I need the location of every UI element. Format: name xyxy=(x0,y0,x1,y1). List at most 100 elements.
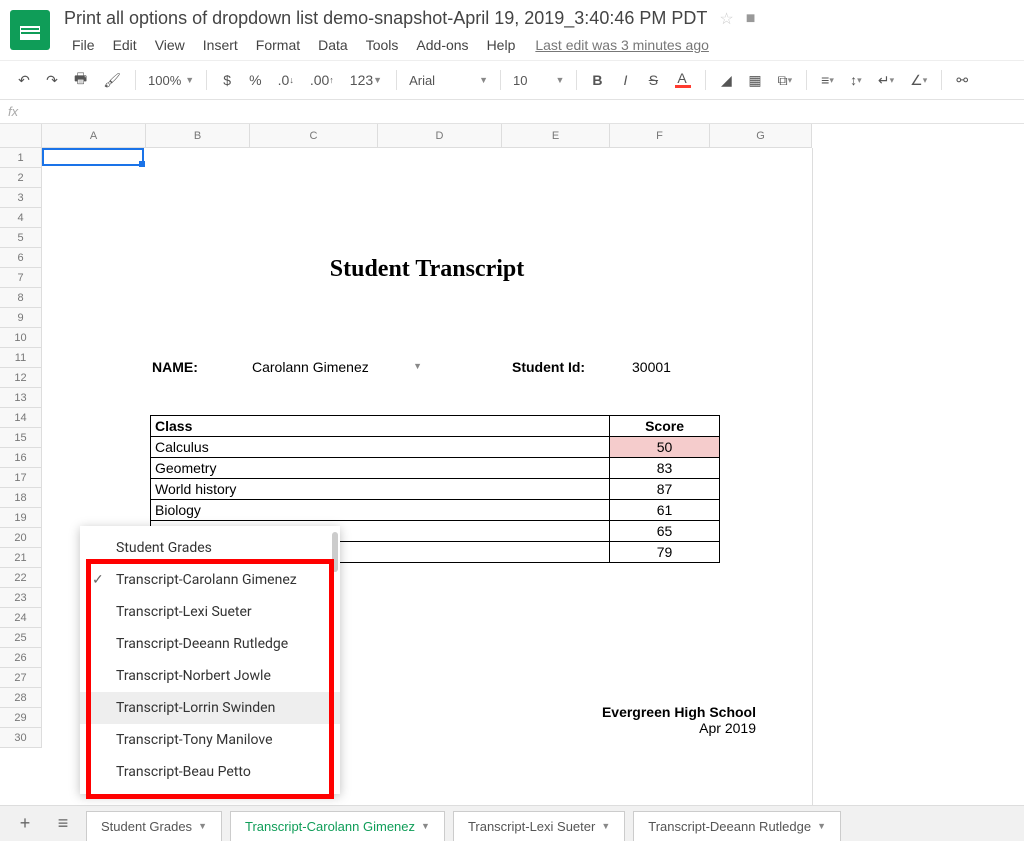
row-header-10[interactable]: 10 xyxy=(0,328,42,348)
score-cell[interactable]: 65 xyxy=(610,521,720,542)
menu-view[interactable]: View xyxy=(147,33,193,57)
row-header-6[interactable]: 6 xyxy=(0,248,42,268)
row-header-14[interactable]: 14 xyxy=(0,408,42,428)
row-header-2[interactable]: 2 xyxy=(0,168,42,188)
strikethrough-button[interactable]: S xyxy=(641,68,665,92)
score-cell[interactable]: 79 xyxy=(610,542,720,563)
add-sheet-button[interactable]: + xyxy=(10,813,40,834)
zoom-select[interactable]: 100%▼ xyxy=(144,73,198,88)
borders-button[interactable]: ▦ xyxy=(742,68,767,93)
sheet-list-item[interactable]: Transcript-Lorrin Swinden xyxy=(80,692,340,724)
row-header-17[interactable]: 17 xyxy=(0,468,42,488)
more-formats-button[interactable]: 123▼ xyxy=(344,68,388,92)
score-cell[interactable]: 50 xyxy=(610,437,720,458)
class-cell[interactable]: Geometry xyxy=(151,458,610,479)
percent-button[interactable]: % xyxy=(243,68,267,92)
menu-addons[interactable]: Add-ons xyxy=(408,33,476,57)
row-header-3[interactable]: 3 xyxy=(0,188,42,208)
col-header-B[interactable]: B xyxy=(146,124,250,148)
row-header-25[interactable]: 25 xyxy=(0,628,42,648)
col-header-F[interactable]: F xyxy=(610,124,710,148)
row-header-12[interactable]: 12 xyxy=(0,368,42,388)
row-header-7[interactable]: 7 xyxy=(0,268,42,288)
row-header-20[interactable]: 20 xyxy=(0,528,42,548)
decrease-decimal-button[interactable]: .0↓ xyxy=(272,68,300,92)
col-header-E[interactable]: E xyxy=(502,124,610,148)
row-header-11[interactable]: 11 xyxy=(0,348,42,368)
score-cell[interactable]: 87 xyxy=(610,479,720,500)
sheet-list-item[interactable]: Transcript-Tony Manilove xyxy=(80,724,340,756)
merge-button[interactable]: ⧉▾ xyxy=(772,68,799,93)
sheet-list-item[interactable]: Transcript-Deeann Rutledge xyxy=(80,628,340,660)
menu-edit[interactable]: Edit xyxy=(105,33,145,57)
text-color-button[interactable] xyxy=(669,68,697,92)
menu-help[interactable]: Help xyxy=(479,33,524,57)
row-header-28[interactable]: 28 xyxy=(0,688,42,708)
class-cell[interactable]: Calculus xyxy=(151,437,610,458)
row-header-15[interactable]: 15 xyxy=(0,428,42,448)
fill-color-button[interactable]: ◢ xyxy=(714,68,738,93)
star-icon[interactable]: ☆ xyxy=(719,9,733,29)
bold-button[interactable]: B xyxy=(585,68,609,92)
menu-format[interactable]: Format xyxy=(248,33,308,57)
wrap-button[interactable]: ↵▾ xyxy=(872,68,900,93)
class-cell[interactable]: Biology xyxy=(151,500,610,521)
folder-icon[interactable]: ■ xyxy=(746,10,756,28)
row-header-19[interactable]: 19 xyxy=(0,508,42,528)
row-header-21[interactable]: 21 xyxy=(0,548,42,568)
tab-transcript-carolann[interactable]: Transcript-Carolann Gimenez▼ xyxy=(230,811,445,841)
sheet-list-item[interactable]: Transcript-Carolann Gimenez xyxy=(80,564,340,596)
menu-insert[interactable]: Insert xyxy=(195,33,246,57)
row-header-16[interactable]: 16 xyxy=(0,448,42,468)
row-header-22[interactable]: 22 xyxy=(0,568,42,588)
sheets-logo-icon[interactable] xyxy=(10,10,50,50)
italic-button[interactable]: I xyxy=(613,68,637,92)
row-header-13[interactable]: 13 xyxy=(0,388,42,408)
menu-tools[interactable]: Tools xyxy=(358,33,407,57)
menu-data[interactable]: Data xyxy=(310,33,356,57)
halign-button[interactable]: ≡▾ xyxy=(815,68,840,92)
class-cell[interactable]: World history xyxy=(151,479,610,500)
font-select[interactable]: Arial▼ xyxy=(405,73,492,88)
tab-transcript-deeann[interactable]: Transcript-Deeann Rutledge▼ xyxy=(633,811,841,841)
name-dropdown[interactable]: Carolann Gimenez ▼ xyxy=(252,359,432,375)
valign-button[interactable]: ↕▾ xyxy=(844,68,868,92)
row-header-18[interactable]: 18 xyxy=(0,488,42,508)
row-header-27[interactable]: 27 xyxy=(0,668,42,688)
row-header-1[interactable]: 1 xyxy=(0,148,42,168)
print-button[interactable]: 🖶 xyxy=(68,64,93,96)
row-header-24[interactable]: 24 xyxy=(0,608,42,628)
sheet-list-item[interactable]: Transcript-Norbert Jowle xyxy=(80,660,340,692)
menu-file[interactable]: File xyxy=(64,33,103,57)
font-size-select[interactable]: 10▼ xyxy=(509,73,568,88)
row-header-23[interactable]: 23 xyxy=(0,588,42,608)
currency-button[interactable]: $ xyxy=(215,68,239,92)
paint-format-button[interactable]: 🖌 xyxy=(97,68,127,93)
sheet-list-popup[interactable]: Student GradesTranscript-Carolann Gimene… xyxy=(80,526,340,794)
row-header-4[interactable]: 4 xyxy=(0,208,42,228)
document-title[interactable]: Print all options of dropdown list demo-… xyxy=(64,8,707,29)
col-header-A[interactable]: A xyxy=(42,124,146,148)
tab-transcript-lexi[interactable]: Transcript-Lexi Sueter▼ xyxy=(453,811,625,841)
undo-button[interactable]: ↶ xyxy=(12,68,36,93)
increase-decimal-button[interactable]: .00↑ xyxy=(304,68,340,92)
row-header-9[interactable]: 9 xyxy=(0,308,42,328)
row-header-26[interactable]: 26 xyxy=(0,648,42,668)
select-all-corner[interactable] xyxy=(0,124,42,148)
row-header-8[interactable]: 8 xyxy=(0,288,42,308)
col-header-G[interactable]: G xyxy=(710,124,812,148)
formula-bar[interactable]: fx xyxy=(0,100,1024,124)
col-header-D[interactable]: D xyxy=(378,124,502,148)
link-button[interactable]: ⚯ xyxy=(950,68,974,93)
sheet-list-item[interactable]: Transcript-Beau Petto xyxy=(80,756,340,788)
last-edit-link[interactable]: Last edit was 3 minutes ago xyxy=(535,37,709,53)
rotate-button[interactable]: ∠▾ xyxy=(904,68,933,93)
row-header-5[interactable]: 5 xyxy=(0,228,42,248)
all-sheets-button[interactable]: ≡ xyxy=(48,813,78,834)
col-header-C[interactable]: C xyxy=(250,124,378,148)
tab-student-grades[interactable]: Student Grades▼ xyxy=(86,811,222,841)
score-cell[interactable]: 61 xyxy=(610,500,720,521)
row-header-30[interactable]: 30 xyxy=(0,728,42,748)
sheet-list-item[interactable]: Transcript-Lexi Sueter xyxy=(80,596,340,628)
redo-button[interactable]: ↷ xyxy=(40,68,64,93)
